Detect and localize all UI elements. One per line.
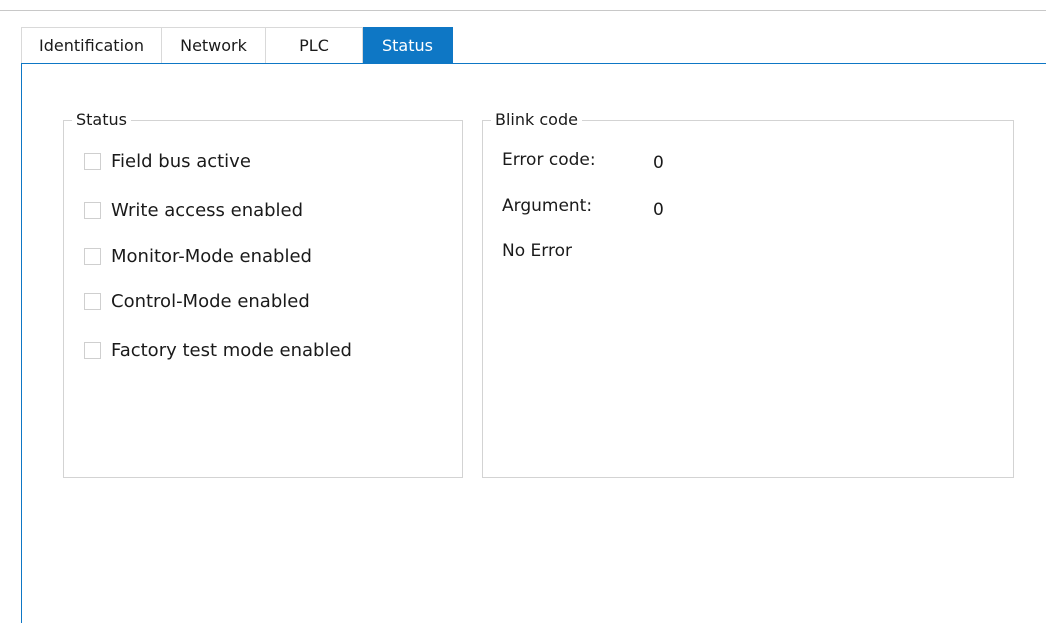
- monitor-mode-enabled-checkbox[interactable]: Monitor-Mode enabled: [84, 245, 312, 267]
- tab-network[interactable]: Network: [162, 27, 266, 63]
- checkbox-box[interactable]: [84, 292, 101, 310]
- checkbox-box[interactable]: [84, 247, 101, 265]
- status-group-title: Status: [72, 110, 131, 130]
- checkbox-label: Write access enabled: [111, 199, 304, 221]
- blink-code-group-title: Blink code: [491, 110, 582, 130]
- top-divider: [0, 10, 1046, 11]
- checkbox-label: Control-Mode enabled: [111, 290, 310, 312]
- tab-status[interactable]: Status: [363, 27, 453, 63]
- argument-value: 0: [653, 200, 664, 220]
- tab-identification[interactable]: Identification: [21, 27, 162, 63]
- checkbox-box[interactable]: [84, 152, 101, 170]
- checkbox-label: Field bus active: [111, 150, 251, 172]
- control-mode-enabled-checkbox[interactable]: Control-Mode enabled: [84, 290, 310, 312]
- error-code-value: 0: [653, 153, 664, 173]
- argument-label: Argument:: [502, 196, 593, 216]
- checkbox-box[interactable]: [84, 201, 101, 219]
- checkbox-label: Monitor-Mode enabled: [111, 245, 312, 267]
- tab-panel-status: Status Field bus active Write access ena…: [21, 63, 1046, 623]
- write-access-enabled-checkbox[interactable]: Write access enabled: [84, 199, 303, 221]
- tab-plc[interactable]: PLC: [266, 27, 363, 63]
- factory-test-mode-enabled-checkbox[interactable]: Factory test mode enabled: [84, 339, 352, 361]
- field-bus-active-checkbox[interactable]: Field bus active: [84, 150, 251, 172]
- blink-code-groupbox: Blink code Error code: 0 Argument: 0 No …: [482, 110, 1014, 478]
- checkbox-box[interactable]: [84, 341, 101, 359]
- status-groupbox: Status Field bus active Write access ena…: [63, 110, 463, 478]
- checkbox-label: Factory test mode enabled: [111, 339, 352, 361]
- error-code-label: Error code:: [502, 150, 596, 170]
- blink-status-message: No Error: [502, 241, 572, 261]
- tab-bar: Identification Network PLC Status: [21, 27, 453, 63]
